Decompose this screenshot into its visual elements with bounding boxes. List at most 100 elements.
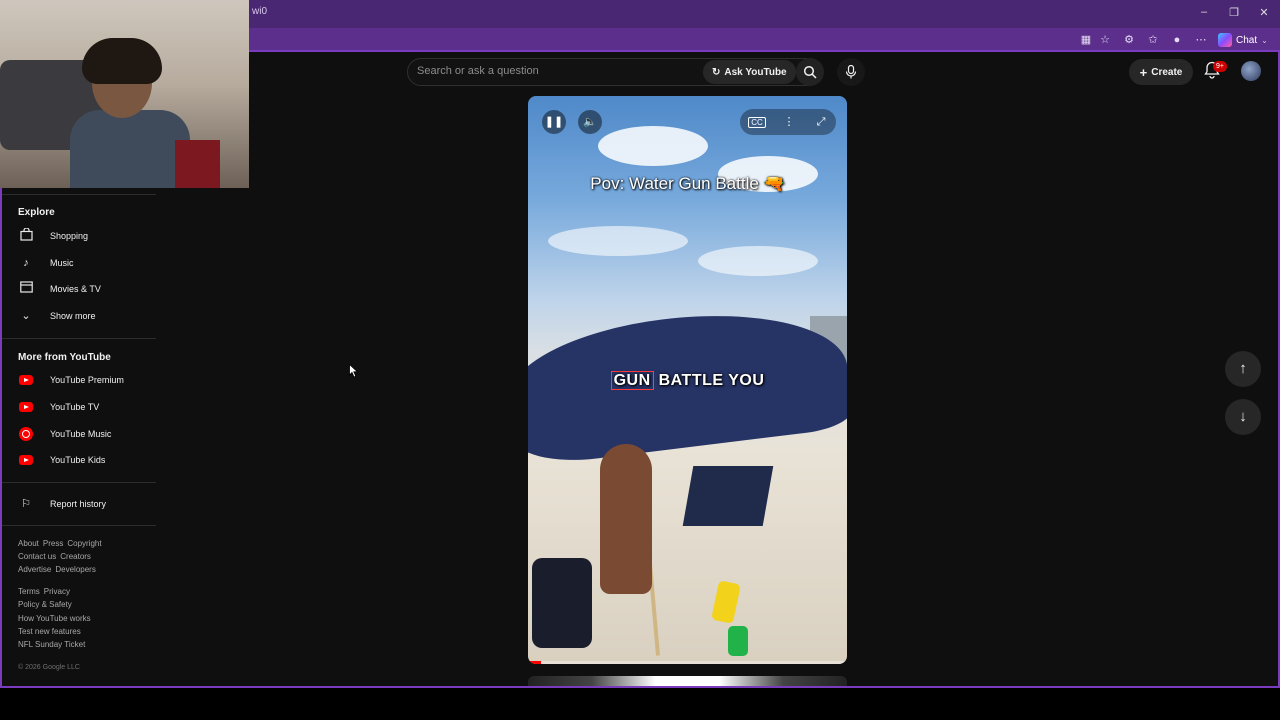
scene-person <box>600 444 652 594</box>
sidebar-item-youtube-kids[interactable]: YouTube Kids <box>18 452 105 468</box>
sidebar-divider <box>2 338 156 339</box>
sidebar-divider <box>2 482 156 483</box>
voice-search-button[interactable] <box>837 58 865 86</box>
sidebar-item-youtube-tv[interactable]: YouTube TV <box>18 399 99 415</box>
footer-link[interactable]: Developers <box>55 565 95 574</box>
sidebar-item-label: Show more <box>50 311 96 321</box>
footer-link[interactable]: Privacy <box>44 587 70 596</box>
footer-links-2: Terms Privacy <box>18 587 74 596</box>
pause-button[interactable]: ❚❚ <box>542 110 566 134</box>
footer-link[interactable]: Copyright <box>67 539 101 548</box>
extensions-icon[interactable]: ⚙ <box>1122 33 1136 47</box>
sidebar-item-label: Music <box>50 258 74 268</box>
footer-link[interactable]: NFL Sunday Ticket <box>18 640 85 649</box>
footer-link[interactable]: Press <box>43 539 63 548</box>
footer-link[interactable]: Creators <box>60 552 91 561</box>
scene-water-gun <box>711 580 741 624</box>
sidebar-divider <box>2 525 156 526</box>
ask-label: Ask YouTube <box>724 66 787 78</box>
captions-button[interactable]: CC <box>745 110 769 134</box>
footer-link[interactable]: Contact us <box>18 552 56 561</box>
search-icon <box>803 65 817 79</box>
next-short-preview[interactable] <box>528 676 847 686</box>
favorites-icon[interactable]: ✩ <box>1146 33 1160 47</box>
pause-icon: ❚❚ <box>544 116 564 128</box>
previous-short-button[interactable]: ↑ <box>1225 351 1261 387</box>
youtube-premium-icon <box>19 375 33 385</box>
footer-link[interactable]: Policy & Safety <box>18 600 72 609</box>
sidebar-item-label: Report history <box>50 499 107 509</box>
chevron-down-icon: ⌄ <box>1261 35 1268 45</box>
footer-link[interactable]: About <box>18 539 39 548</box>
sidebar-divider <box>2 194 156 195</box>
water-gun-icon: 🔫 <box>763 174 785 193</box>
sidebar-item-music[interactable]: ♪ Music <box>18 255 74 271</box>
minimize-icon[interactable]: – <box>1196 6 1212 18</box>
sidebar-item-label: YouTube Music <box>50 429 112 439</box>
video-title-overlay: Pov: Water Gun Battle 🔫 <box>528 174 847 194</box>
volume-button[interactable]: 🔈 <box>578 110 602 134</box>
webcam-person-body <box>70 110 190 188</box>
ask-youtube-button[interactable]: ↻ Ask YouTube <box>703 60 796 84</box>
shopping-bag-icon <box>18 227 34 244</box>
scene-bag <box>532 558 592 648</box>
fullscreen-button[interactable]: ⤢ <box>809 110 833 134</box>
footer-link[interactable]: How YouTube works <box>18 614 91 623</box>
music-note-icon: ♪ <box>23 257 29 269</box>
arrow-up-icon: ↑ <box>1239 360 1247 377</box>
video-progress-bar[interactable] <box>528 661 847 664</box>
sidebar-item-report-history[interactable]: ⚐ Report history <box>18 496 106 512</box>
footer-link[interactable]: Advertise <box>18 565 51 574</box>
scene-water-gun <box>728 626 748 656</box>
letterbox-bottom <box>0 688 1280 720</box>
more-options-button[interactable]: ⋮ <box>777 110 801 134</box>
close-icon[interactable]: ✕ <box>1256 6 1272 19</box>
sidebar-item-youtube-premium[interactable]: YouTube Premium <box>18 372 124 388</box>
sidebar-item-movies[interactable]: Movies & TV <box>18 281 101 297</box>
explore-title: Explore <box>18 207 55 218</box>
scene-chair <box>682 466 774 526</box>
chevron-down-icon: ⌄ <box>21 310 31 322</box>
scene-cloud <box>598 126 708 166</box>
scene-cloud <box>698 246 818 276</box>
restore-icon[interactable]: ❐ <box>1226 6 1242 19</box>
avatar[interactable] <box>1241 61 1261 81</box>
next-short-button[interactable]: ↓ <box>1225 399 1261 435</box>
address-text[interactable]: wi0 <box>252 6 267 17</box>
microphone-icon <box>845 64 857 79</box>
profile-icon[interactable]: ● <box>1170 33 1184 47</box>
sidebar-item-label: YouTube Kids <box>50 455 106 465</box>
sidebar-item-shopping[interactable]: Shopping <box>18 227 88 244</box>
video-title-text: Pov: Water Gun Battle <box>590 174 759 193</box>
caption-highlight: GUN <box>610 371 654 390</box>
sidebar-item-label: YouTube TV <box>50 402 100 412</box>
notification-badge: 9+ <box>1213 61 1227 72</box>
youtube-music-icon <box>19 427 33 441</box>
chat-label: Chat <box>1236 34 1258 46</box>
clapperboard-icon <box>18 281 34 297</box>
sidebar-item-show-more[interactable]: ⌄ Show more <box>18 308 96 324</box>
video-progress-fill <box>528 661 541 664</box>
favorite-icon[interactable]: ☆ <box>1098 33 1112 47</box>
shorts-video-player[interactable]: ❚❚ 🔈 CC ⋮ ⤢ Pov: Water Gun Battle 🔫 GUN … <box>528 96 847 664</box>
volume-icon: 🔈 <box>583 116 597 128</box>
create-button[interactable]: + Create <box>1129 59 1193 85</box>
split-screen-icon[interactable]: ▦ <box>1079 33 1093 47</box>
footer-link[interactable]: Terms <box>18 587 40 596</box>
youtube-kids-icon <box>19 455 33 465</box>
plus-icon: + <box>1139 64 1148 80</box>
webcam-red-object <box>175 140 220 188</box>
ask-icon: ↻ <box>712 66 721 78</box>
flag-icon: ⚐ <box>21 498 31 510</box>
more-vert-icon: ⋮ <box>783 116 795 128</box>
footer-links-1: About Press Copyright <box>18 539 106 548</box>
footer-links-1b: Contact us Creators <box>18 552 95 561</box>
search-button[interactable] <box>796 58 824 86</box>
copilot-icon <box>1218 33 1232 47</box>
sidebar-item-youtube-music[interactable]: YouTube Music <box>18 426 111 442</box>
sidebar-item-label: Movies & TV <box>50 284 101 294</box>
chat-button[interactable]: Chat ⌄ <box>1218 31 1268 49</box>
footer-links-1c: Advertise Developers <box>18 565 100 574</box>
more-icon[interactable]: ⋯ <box>1194 33 1208 47</box>
footer-link[interactable]: Test new features <box>18 627 81 636</box>
